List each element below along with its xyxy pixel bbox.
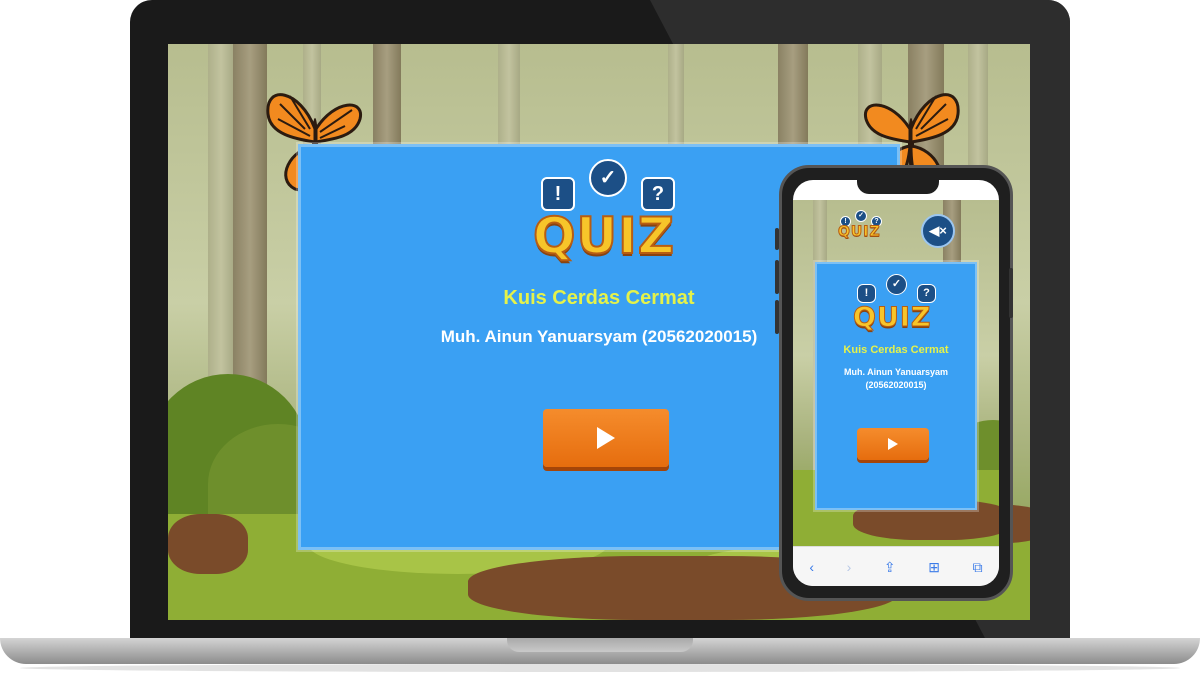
forward-icon[interactable]: › [847,559,852,575]
play-icon [888,438,898,450]
exclamation-bubble-icon: ! [541,177,575,211]
exclamation-bubble-icon: ! [857,284,876,303]
quiz-logo-text: QUIZ [853,302,932,334]
laptop-trackpad-notch [507,638,693,652]
speaker-muted-icon: ◀× [929,223,947,238]
bookmarks-icon[interactable]: ⊞ [928,559,940,576]
question-bubble-icon: ? [917,284,936,303]
phone-author-name-line1: Muh. Ainun Yanuarsyam [843,367,949,377]
quiz-logo-text: QUIZ [532,206,675,266]
phone-quiz-logo: ! ✓ ? QUIZ [851,272,941,336]
phone-screen: ! ✓ ? QUIZ ◀× ! ✓ ? QUIZ Kuis Cerdas Cer… [793,180,999,586]
mute-button[interactable]: ◀× [921,214,955,248]
phone-frame: ! ✓ ? QUIZ ◀× ! ✓ ? QUIZ Kuis Cerdas Cer… [775,165,1013,601]
check-bubble-icon: ✓ [886,274,907,295]
question-bubble-icon: ? [641,177,675,211]
phone-author-id: (20562020015) [865,380,927,390]
header-quiz-logo: ! ✓ ? QUIZ [838,210,882,241]
phone-quiz-title: Kuis Cerdas Cermat [843,344,949,356]
share-icon[interactable]: ⇪ [884,559,896,576]
check-bubble-icon: ✓ [589,159,627,197]
phone-quiz-start-card: ! ✓ ? QUIZ Kuis Cerdas Cermat Muh. Ainun… [815,262,977,510]
phone-page: ! ✓ ? QUIZ ◀× ! ✓ ? QUIZ Kuis Cerdas Cer… [793,200,999,546]
browser-toolbar: ‹ › ⇪ ⊞ ⧉ [793,546,999,586]
back-icon[interactable]: ‹ [809,559,814,575]
play-button[interactable] [543,409,669,467]
quiz-logo: ! ✓ ? QUIZ [531,155,681,275]
play-icon [597,427,615,449]
tabs-icon[interactable]: ⧉ [973,559,983,576]
phone-play-button[interactable] [857,428,929,460]
